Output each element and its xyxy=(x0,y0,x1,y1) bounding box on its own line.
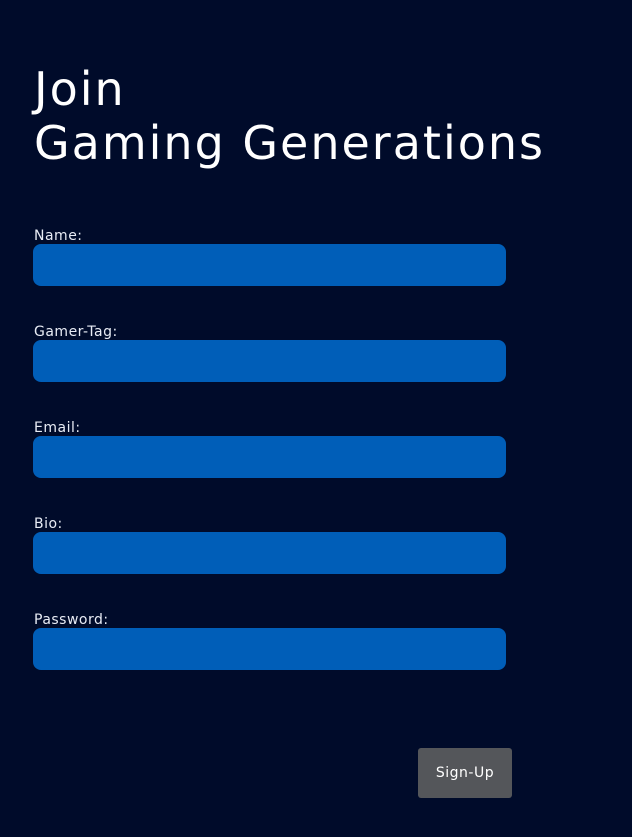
gamer-tag-field-group: Gamer-Tag: xyxy=(33,324,506,382)
password-input[interactable] xyxy=(33,628,506,670)
name-input[interactable] xyxy=(33,244,506,286)
gamer-tag-label: Gamer-Tag: xyxy=(34,324,118,340)
gamer-tag-input[interactable] xyxy=(33,340,506,382)
email-label: Email: xyxy=(34,420,81,436)
bio-label: Bio: xyxy=(34,516,63,532)
page-title-line-2: Gaming Generations xyxy=(34,116,545,170)
page-title: Join Gaming Generations xyxy=(34,62,545,170)
page-title-line-1: Join xyxy=(34,62,126,116)
sign-up-button[interactable]: Sign-Up xyxy=(418,748,512,798)
password-label: Password: xyxy=(34,612,109,628)
bio-field-group: Bio: xyxy=(33,516,506,574)
bio-input[interactable] xyxy=(33,532,506,574)
name-label: Name: xyxy=(34,228,83,244)
password-field-group: Password: xyxy=(33,612,506,670)
email-input[interactable] xyxy=(33,436,506,478)
email-field-group: Email: xyxy=(33,420,506,478)
name-field-group: Name: xyxy=(33,228,506,286)
